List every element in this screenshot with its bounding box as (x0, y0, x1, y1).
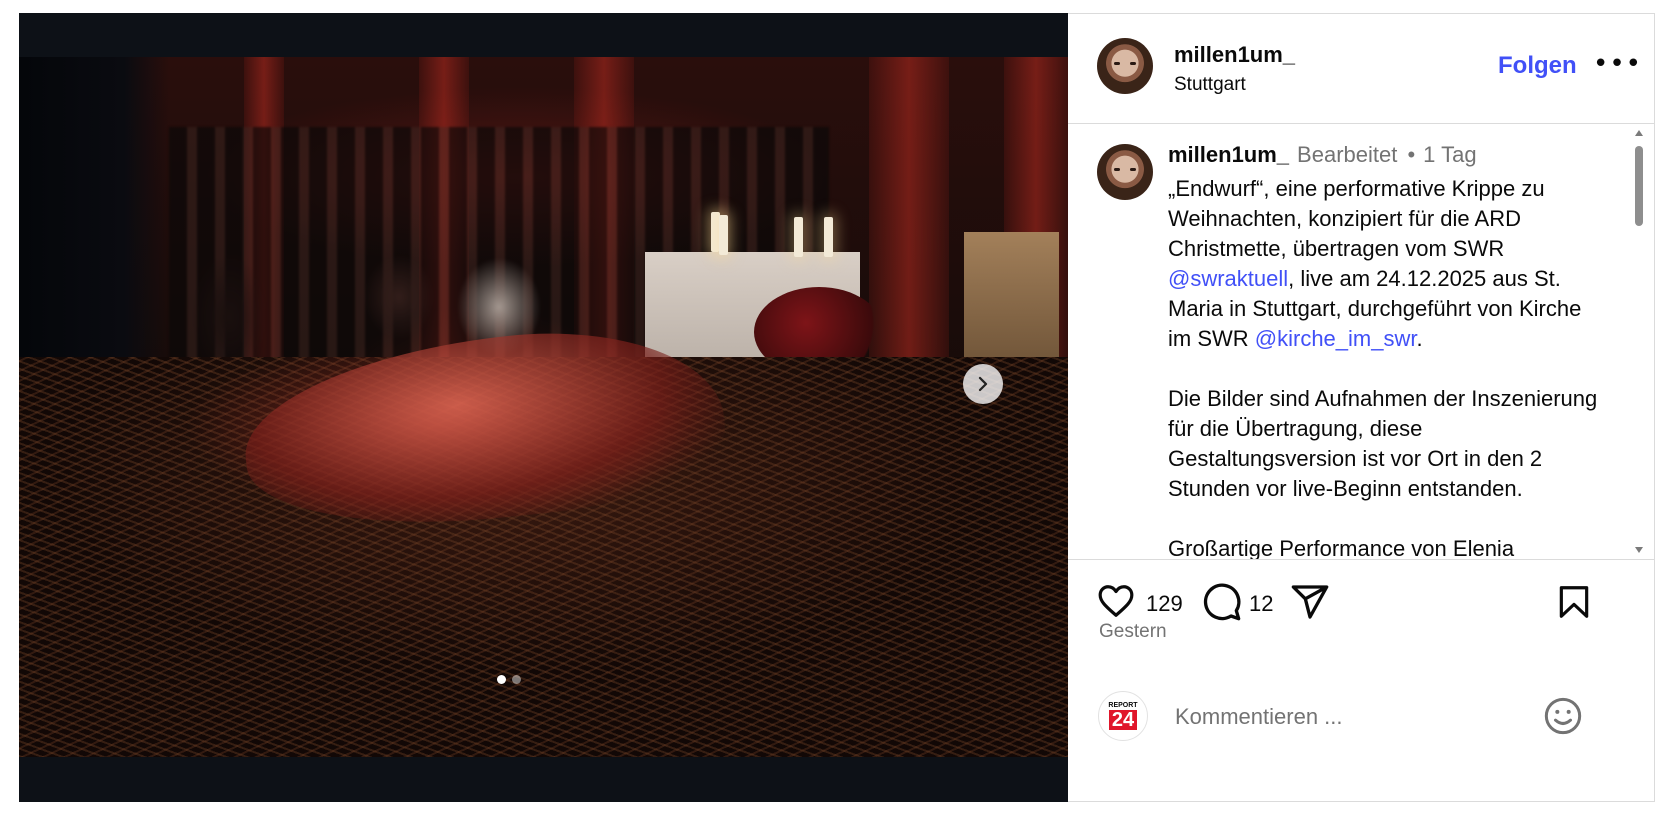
post-date: Gestern (1099, 621, 1167, 642)
carousel-dot (512, 675, 521, 684)
candle (824, 217, 833, 257)
post-photo (19, 57, 1068, 757)
caption-username[interactable]: millen1um_ (1168, 142, 1289, 167)
save-button[interactable] (1555, 582, 1593, 626)
bookmark-icon (1559, 586, 1589, 618)
wooden-cabinet (964, 232, 1059, 367)
author-username[interactable]: millen1um_ (1174, 42, 1295, 68)
next-slide-button[interactable] (963, 364, 1003, 404)
post-location[interactable]: Stuttgart (1174, 74, 1246, 96)
comment-input[interactable] (1173, 699, 1517, 735)
post-side-panel: millen1um_ Stuttgart Folgen ••• millen1u… (1068, 13, 1655, 802)
heart-icon (1098, 585, 1134, 617)
post-media (19, 13, 1068, 802)
caption-segment: . Die Bilder sind Aufnahmen der Inszenie… (1168, 326, 1598, 559)
chevron-right-icon (978, 376, 988, 392)
comment-icon (1203, 583, 1241, 621)
emoji-button[interactable] (1543, 696, 1583, 740)
comment-composer: REPORT 24 (1068, 675, 1654, 755)
scroll-thumb[interactable] (1635, 146, 1643, 226)
caption-text: „Endwurf“, eine performative Krippe zu W… (1168, 174, 1608, 559)
comment-button[interactable] (1202, 582, 1242, 626)
post-header: millen1um_ Stuttgart Folgen ••• (1068, 14, 1654, 124)
carousel-indicator (497, 675, 521, 684)
post-age[interactable]: 1 Tag (1423, 142, 1476, 167)
edited-label: Bearbeitet (1297, 142, 1398, 167)
caption-scrollbar[interactable] (1634, 130, 1644, 553)
mention-link[interactable]: @swraktuell (1168, 266, 1288, 291)
scroll-up-arrow[interactable] (1635, 130, 1643, 136)
share-icon (1291, 585, 1329, 619)
emoji-icon (1544, 697, 1582, 735)
avatar[interactable] (1097, 38, 1153, 94)
share-button[interactable] (1290, 582, 1330, 626)
caption-area: millen1um_ Bearbeitet • 1 Tag „Endwurf“, e… (1068, 124, 1648, 559)
like-count[interactable]: 129 (1146, 591, 1183, 617)
more-icon[interactable]: ••• (1593, 51, 1642, 77)
meta-separator: • (1407, 142, 1416, 167)
comment-count[interactable]: 12 (1249, 591, 1273, 617)
follow-button[interactable]: Folgen (1498, 52, 1577, 80)
caption-header: millen1um_ Bearbeitet • 1 Tag (1168, 142, 1477, 168)
caption-segment: „Endwurf“, eine performative Krippe zu W… (1168, 176, 1551, 261)
candle (719, 215, 728, 255)
caption-avatar[interactable] (1097, 144, 1153, 200)
carousel-dot-active (497, 675, 506, 684)
logo-number: 24 (1108, 710, 1138, 730)
like-button[interactable] (1096, 582, 1136, 624)
commenter-avatar: REPORT 24 (1098, 691, 1148, 741)
mention-link[interactable]: @kirche_im_swr (1255, 326, 1417, 351)
candle (794, 217, 803, 257)
scroll-down-arrow[interactable] (1635, 547, 1643, 553)
